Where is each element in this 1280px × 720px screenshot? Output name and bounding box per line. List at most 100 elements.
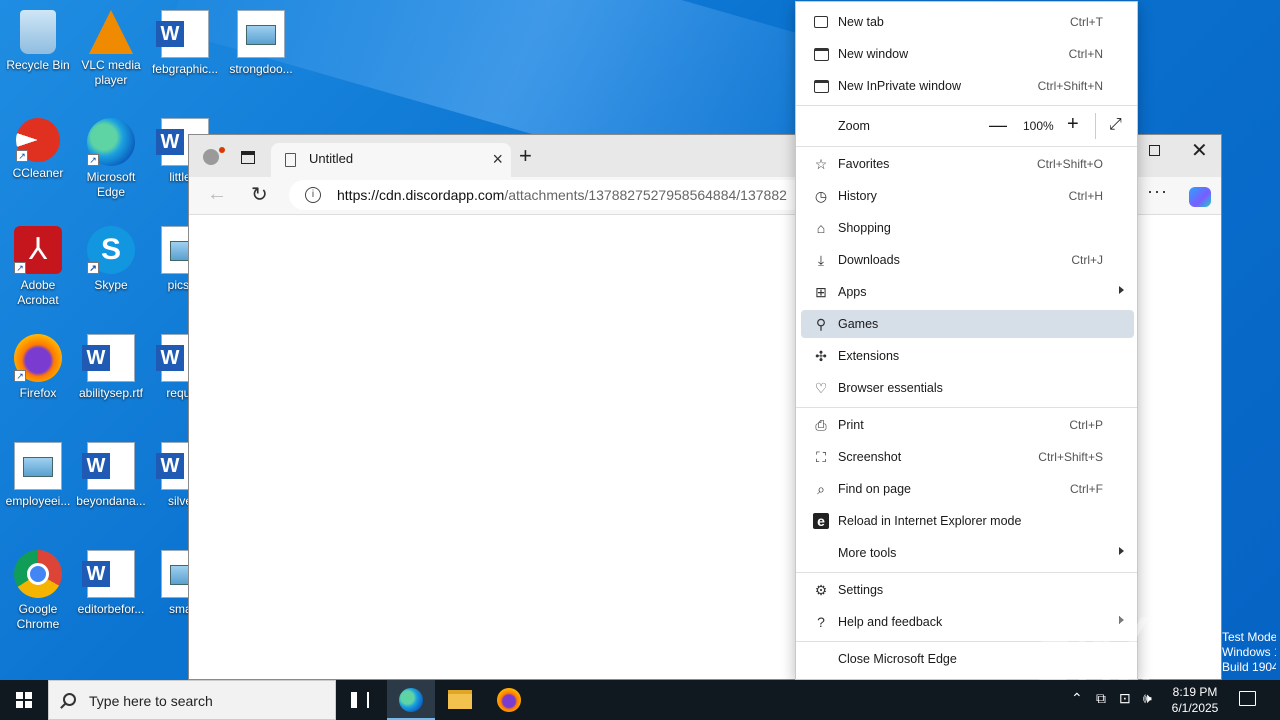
desktop-icon-label: beyondana...: [76, 494, 146, 508]
menu-item-label: Settings: [838, 583, 884, 597]
internet-explorer-icon: e: [813, 513, 829, 529]
help-question-icon: ?: [817, 614, 825, 630]
windows-logo-icon: [16, 692, 32, 708]
menu-item-label: Help and feedback: [838, 615, 943, 629]
settings-and-more-button[interactable]: ···: [1147, 181, 1168, 202]
address-bar[interactable]: i https://cdn.discordapp.com/attachments…: [289, 180, 809, 210]
menu-item-print[interactable]: ⎙ Print Ctrl+P: [801, 411, 1134, 439]
menu-item-new-inprivate[interactable]: New InPrivate window Ctrl+Shift+N: [801, 72, 1134, 100]
menu-item-browser-essentials[interactable]: ♡ Browser essentials: [801, 374, 1134, 402]
skype-icon: S ↗: [87, 226, 135, 274]
desktop-icon-label: editorbefor...: [77, 602, 145, 616]
device-icon[interactable]: ⧉: [1096, 690, 1106, 707]
taskbar-edge-button[interactable]: [387, 680, 435, 720]
url-host: https://cdn.discordapp.com: [337, 187, 505, 203]
new-tab-icon: [814, 16, 828, 28]
test-mode-text: Test Mode Windows 10 Pro Build 19041.vb_…: [1222, 630, 1276, 675]
menu-item-new-window[interactable]: New window Ctrl+N: [801, 40, 1134, 68]
network-icon[interactable]: ⊡: [1119, 690, 1131, 707]
menu-item-more-tools[interactable]: More tools: [801, 539, 1134, 567]
menu-separator: [796, 105, 1137, 106]
tab-untitled[interactable]: Untitled ×: [271, 143, 511, 177]
profile-icon[interactable]: [203, 147, 225, 165]
desktop-icon-ccleaner[interactable]: ↗ CCleaner: [0, 112, 76, 181]
menu-separator: [796, 146, 1137, 147]
back-button[interactable]: ←: [207, 183, 227, 206]
taskbar-firefox-button[interactable]: [485, 680, 533, 720]
chrome-icon: [14, 550, 62, 598]
menu-item-extensions[interactable]: ✣ Extensions: [801, 342, 1134, 370]
desktop-icon-google-chrome[interactable]: Google Chrome: [0, 544, 76, 632]
test-mode-line: Windows 10 Pro: [1222, 645, 1276, 659]
taskbar-clock[interactable]: 8:19 PM 6/1/2025: [1168, 684, 1222, 716]
menu-item-label: Apps: [838, 285, 867, 299]
task-view-button[interactable]: [336, 680, 384, 720]
submenu-arrow-icon: [1119, 286, 1124, 294]
menu-item-label: Games: [838, 317, 879, 331]
show-hidden-icons-chevron-icon[interactable]: ⌃: [1071, 690, 1083, 707]
menu-item-games[interactable]: ⚲ Games: [801, 310, 1134, 338]
start-button[interactable]: [0, 680, 48, 720]
desktop-icon-beyondana[interactable]: W beyondana...: [73, 436, 149, 509]
desktop-icon-microsoft-edge[interactable]: ↗ Microsoft Edge: [73, 112, 149, 200]
menu-item-label: More tools: [838, 546, 897, 560]
word-document-icon: W: [82, 550, 135, 598]
site-info-icon[interactable]: i: [305, 187, 321, 203]
fullscreen-icon[interactable]: ⤢: [1109, 116, 1122, 134]
menu-item-new-tab[interactable]: New tab Ctrl+T: [801, 8, 1134, 36]
desktop-icon-abilitysep[interactable]: W abilitysep.rtf: [73, 328, 149, 401]
search-icon: [63, 693, 76, 706]
menu-item-label: Find on page: [838, 482, 911, 496]
close-tab-icon[interactable]: ×: [492, 149, 503, 170]
reload-button[interactable]: ↻: [251, 182, 268, 207]
menu-item-shortcut: Ctrl+F: [1070, 482, 1103, 496]
zoom-in-button[interactable]: +: [1067, 113, 1079, 136]
menu-item-history[interactable]: ◷ History Ctrl+H: [801, 182, 1134, 210]
new-tab-button[interactable]: +: [519, 143, 532, 169]
firefox-icon: [497, 688, 521, 712]
copilot-icon[interactable]: [1189, 187, 1211, 207]
menu-item-downloads[interactable]: ⤓ Downloads Ctrl+J: [801, 246, 1134, 274]
history-icon: ◷: [814, 188, 828, 204]
desktop-icon-employee[interactable]: employeei...: [0, 436, 76, 509]
desktop-icon-label: VLC media player: [81, 58, 141, 87]
page-icon: [285, 153, 296, 167]
zoom-divider: [1095, 113, 1096, 139]
download-icon: ⤓: [817, 252, 825, 268]
new-window-icon: [814, 48, 829, 61]
menu-item-ie-mode[interactable]: e Reload in Internet Explorer mode: [801, 507, 1134, 535]
desktop-icon-recycle-bin[interactable]: Recycle Bin: [0, 4, 76, 73]
window-close-button[interactable]: ✕: [1191, 138, 1208, 163]
menu-item-label: Reload in Internet Explorer mode: [838, 514, 1022, 528]
menu-item-label: New window: [838, 47, 909, 61]
zoom-label: Zoom: [838, 119, 870, 133]
desktop-icon-firefox[interactable]: ↗ Firefox: [0, 328, 76, 401]
desktop-icon-skype[interactable]: S ↗ Skype: [73, 220, 149, 293]
tab-actions-icon[interactable]: [241, 151, 255, 164]
menu-separator: [796, 572, 1137, 573]
taskbar-search-box[interactable]: Type here to search: [48, 680, 336, 720]
menu-item-label: Favorites: [838, 157, 890, 171]
acrobat-icon: ⅄ ↗: [14, 226, 62, 274]
menu-item-favorites[interactable]: ☆ Favorites Ctrl+Shift+O: [801, 150, 1134, 178]
menu-item-shopping[interactable]: ⌂ Shopping: [801, 214, 1134, 242]
desktop-icon-febgraphic[interactable]: W febgraphic...: [147, 4, 223, 77]
desktop-icon-editorbefor[interactable]: W editorbefor...: [73, 544, 149, 617]
clock-date: 6/1/2025: [1171, 701, 1219, 715]
menu-item-settings[interactable]: ⚙ Settings: [801, 576, 1134, 604]
desktop-icon-strongdoo[interactable]: strongdoo...: [223, 4, 299, 77]
zoom-out-button[interactable]: —: [989, 115, 1007, 136]
taskbar-file-explorer-button[interactable]: [436, 680, 484, 720]
desktop-icon-vlc[interactable]: VLC media player: [73, 4, 149, 88]
screenshot-icon: ⛶: [816, 449, 826, 465]
maximize-button[interactable]: [1149, 145, 1160, 156]
desktop-icon-adobe-acrobat[interactable]: ⅄ ↗ Adobe Acrobat: [0, 220, 76, 308]
menu-item-screenshot[interactable]: ⛶ Screenshot Ctrl+Shift+S: [801, 443, 1134, 471]
volume-icon[interactable]: 🕪: [1143, 690, 1152, 707]
menu-item-apps[interactable]: ⊞ Apps: [801, 278, 1134, 306]
url-path: /attachments/1378827527958564884/137882: [504, 187, 787, 203]
menu-item-find-on-page[interactable]: ⌕ Find on page Ctrl+F: [801, 475, 1134, 503]
notification-center-icon[interactable]: [1239, 691, 1256, 706]
submenu-arrow-icon: [1119, 547, 1124, 555]
desktop-icon-label: Microsoft Edge: [86, 170, 136, 199]
